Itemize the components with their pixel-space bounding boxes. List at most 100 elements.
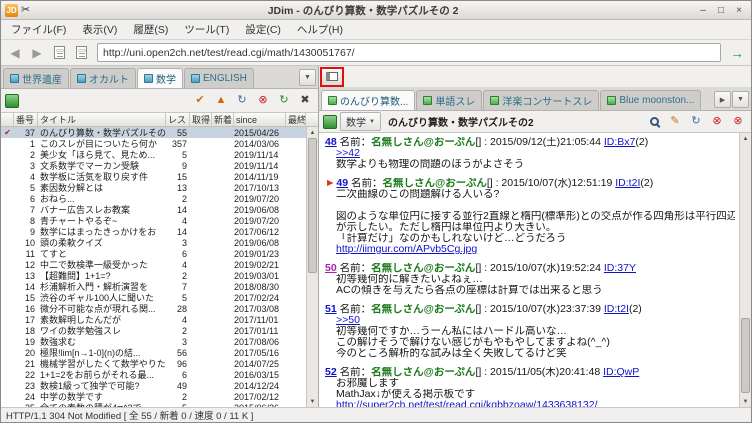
thread-tab-list-button[interactable]: ▼ bbox=[732, 91, 749, 108]
scroll-down-icon[interactable]: ▼ bbox=[743, 396, 749, 407]
stop-icon[interactable]: ⊗ bbox=[708, 113, 726, 131]
row-since: 2017/02/24 bbox=[234, 292, 280, 303]
row-since: 2014/12/24 bbox=[234, 380, 280, 391]
row-number: 20 bbox=[24, 347, 35, 358]
post-id-link[interactable]: ID:Bx7 bbox=[604, 137, 636, 148]
row-res: 96 bbox=[176, 358, 187, 369]
post-number-link[interactable]: 52 bbox=[325, 367, 337, 378]
scroll-top-icon[interactable]: ▲ bbox=[212, 92, 230, 110]
scrollbar-track[interactable] bbox=[740, 144, 751, 396]
row-res: 6 bbox=[181, 248, 187, 259]
post-id-link[interactable]: ID:QwP bbox=[603, 367, 639, 378]
column-mark[interactable] bbox=[1, 113, 14, 126]
board-tab-english[interactable]: ENGLISH bbox=[184, 68, 254, 88]
check-update-icon[interactable]: ✔ bbox=[191, 92, 209, 110]
menu-tools[interactable]: ツール(T) bbox=[176, 20, 237, 39]
new-thread-tab-button[interactable] bbox=[71, 43, 91, 63]
post: 48 名前：名無しさん@おーぷん[] : 2015/09/12(土)21:05:… bbox=[325, 137, 735, 170]
scrollbar-thumb[interactable] bbox=[308, 138, 317, 273]
url-link[interactable]: http://super2ch.net/test/read.cgi/kqbbzo… bbox=[336, 400, 598, 407]
row-res: 14 bbox=[176, 226, 187, 237]
board-tab-list-button[interactable]: ▼ bbox=[299, 69, 316, 86]
url-link[interactable]: http://iimgur.com/APvb5Cg.jpg bbox=[336, 244, 477, 255]
thread-scrollbar[interactable]: ▲ ▼ bbox=[739, 133, 751, 407]
scrollbar-track[interactable] bbox=[307, 138, 318, 396]
thread-icon bbox=[323, 114, 337, 129]
menu-help[interactable]: ヘルプ(H) bbox=[289, 20, 351, 39]
write-post-icon[interactable]: ✎ bbox=[666, 113, 684, 131]
board-tab-math[interactable]: 数学 bbox=[137, 68, 183, 88]
board-tab-occult[interactable]: オカルト bbox=[70, 68, 136, 88]
post-id-link[interactable]: ID:t2I bbox=[615, 178, 640, 189]
scroll-down-icon[interactable]: ▼ bbox=[310, 396, 316, 407]
column-res[interactable]: レス bbox=[166, 113, 190, 126]
post-author-link[interactable]: 名無しさん@おーぷん bbox=[371, 304, 475, 315]
menu-file[interactable]: ファイル(F) bbox=[3, 20, 74, 39]
menu-history[interactable]: 履歴(S) bbox=[125, 20, 176, 39]
thread-tab-scroll-right-button[interactable]: ▶ bbox=[714, 91, 731, 108]
row-number: 17 bbox=[24, 314, 35, 325]
reload-icon[interactable]: ↻ bbox=[687, 113, 705, 131]
row-since: 2016/03/15 bbox=[234, 369, 280, 380]
row-res: 49 bbox=[176, 380, 187, 391]
row-since: 2019/02/21 bbox=[234, 259, 280, 270]
post-id-link[interactable]: ID:t2I bbox=[604, 304, 629, 315]
reload-icon[interactable]: ↻ bbox=[233, 92, 251, 110]
statusbar: HTTP/1.1 304 Not Modified [ 全 55 / 新着 0 … bbox=[1, 407, 751, 422]
scroll-up-icon[interactable]: ▲ bbox=[310, 127, 316, 138]
post-author-link[interactable]: 名無しさん@おーぷん bbox=[371, 263, 475, 274]
search-icon[interactable] bbox=[645, 113, 663, 131]
row-res: 13 bbox=[176, 182, 187, 193]
post-number-link[interactable]: 50 bbox=[325, 263, 337, 274]
menu-settings[interactable]: 設定(C) bbox=[237, 20, 289, 39]
column-number[interactable]: 番号 bbox=[14, 113, 38, 126]
url-input[interactable] bbox=[103, 46, 715, 59]
post-author-link[interactable]: 名無しさん@おーぷん bbox=[383, 178, 487, 189]
chevron-down-icon: ▼ bbox=[304, 74, 311, 81]
column-acquired[interactable]: 取得 bbox=[190, 113, 212, 126]
row-since: 2017/02/12 bbox=[234, 391, 280, 402]
post-number-link[interactable]: 51 bbox=[325, 304, 337, 315]
stop-icon[interactable]: ⊗ bbox=[254, 92, 272, 110]
post-id-link[interactable]: ID:37Y bbox=[604, 263, 636, 274]
scrollbar-thumb[interactable] bbox=[741, 318, 750, 393]
column-title[interactable]: タイトル bbox=[38, 113, 166, 126]
new-board-tab-button[interactable] bbox=[49, 43, 69, 63]
thread-tab-nonbiri[interactable]: のんびり算数... bbox=[321, 90, 416, 110]
anchor-link[interactable]: >>42 bbox=[336, 148, 360, 159]
row-since: 2017/03/08 bbox=[234, 303, 280, 314]
minimize-button[interactable]: – bbox=[695, 3, 711, 17]
row-mark: ✔ bbox=[4, 128, 11, 137]
row-res: 4 bbox=[181, 215, 187, 226]
column-new[interactable]: 新着 bbox=[212, 113, 234, 126]
delete-log-icon[interactable]: ⊗ bbox=[729, 113, 747, 131]
board-icon bbox=[5, 93, 19, 108]
column-last-write[interactable]: 最終書込 bbox=[286, 113, 306, 126]
thread-tab-tango[interactable]: 単語スレ bbox=[416, 90, 483, 110]
anchor-link[interactable]: >>50 bbox=[336, 315, 360, 326]
close-pane-icon[interactable]: ✖ bbox=[296, 92, 314, 110]
toggle-panel-button-highlighted[interactable] bbox=[320, 66, 344, 87]
post-author-link[interactable]: 名無しさん@おーぷん bbox=[371, 367, 475, 378]
board-tab-label: ENGLISH bbox=[203, 73, 247, 84]
post-number-link[interactable]: 48 bbox=[325, 137, 337, 148]
post-author-link[interactable]: 名無しさん@おーぷん bbox=[371, 137, 475, 148]
board-scrollbar[interactable]: ▲ ▼ bbox=[306, 127, 318, 407]
forward-button[interactable]: ▶ bbox=[27, 43, 47, 63]
open-url-button[interactable]: → bbox=[727, 43, 747, 63]
board-select-combo[interactable]: 数学 ▼ bbox=[340, 112, 381, 131]
row-number: 37 bbox=[24, 127, 35, 138]
row-res: 7 bbox=[181, 281, 187, 292]
column-since[interactable]: since bbox=[234, 113, 286, 126]
thread-tab-bluemoonstone[interactable]: Blue moonston... bbox=[600, 90, 702, 110]
maximize-button[interactable]: □ bbox=[713, 3, 729, 17]
thread-tab-yogaku[interactable]: 洋楽コンサートスレ bbox=[483, 90, 600, 110]
post-number-link[interactable]: 49 bbox=[336, 178, 348, 189]
update-all-icon[interactable]: ↻ bbox=[275, 92, 293, 110]
board-tab-sekaiisan[interactable]: 世界遺産 bbox=[3, 68, 69, 88]
back-button[interactable]: ◀ bbox=[5, 43, 25, 63]
row-number: 18 bbox=[24, 325, 35, 336]
scroll-up-icon[interactable]: ▲ bbox=[743, 133, 749, 144]
close-button[interactable]: × bbox=[731, 3, 747, 17]
menu-view[interactable]: 表示(V) bbox=[74, 20, 125, 39]
